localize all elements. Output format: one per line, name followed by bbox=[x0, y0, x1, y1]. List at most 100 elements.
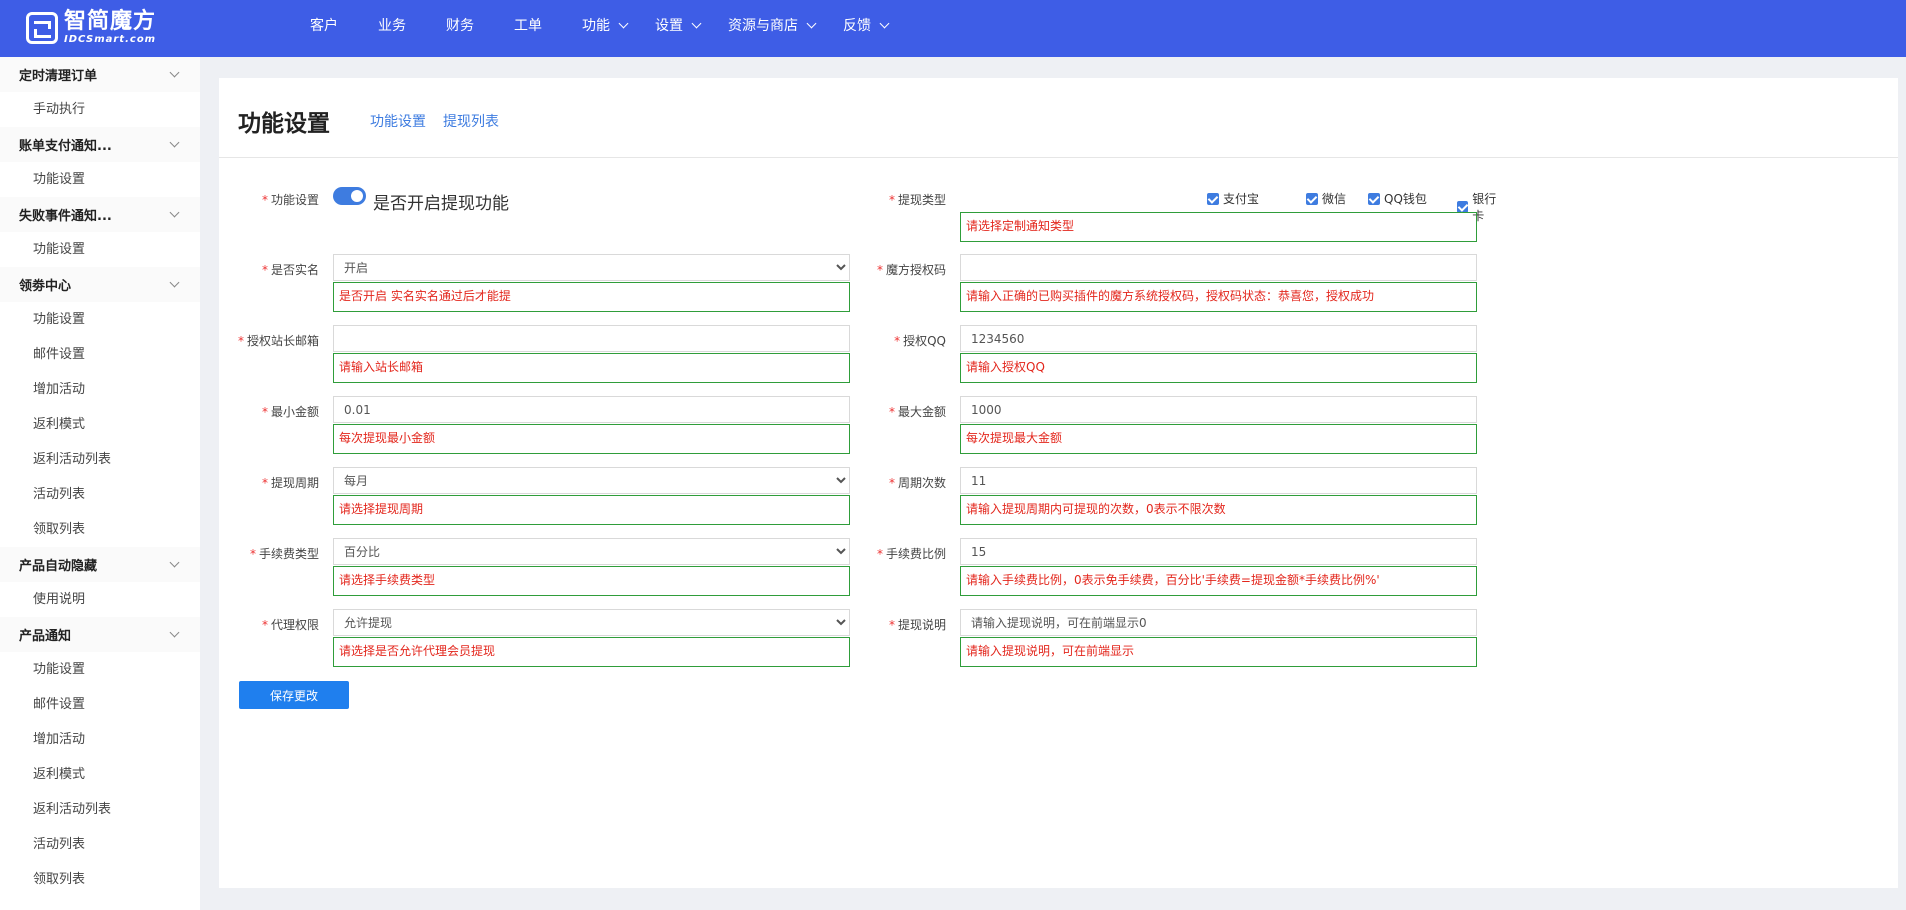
sidebar-item-activity-list[interactable]: 活动列表 bbox=[0, 477, 200, 512]
nav-item-business[interactable]: 业务 bbox=[378, 15, 406, 35]
checkbox-checked-icon bbox=[1368, 192, 1380, 205]
auth-qq-input[interactable] bbox=[960, 325, 1477, 352]
nav-item-resources-store[interactable]: 资源与商店 bbox=[728, 15, 817, 35]
logo-icon bbox=[26, 12, 58, 44]
sidebar-group-product-notify[interactable]: 产品通知 bbox=[0, 617, 200, 652]
tab-withdraw-list[interactable]: 提现列表 bbox=[443, 111, 499, 131]
chevron-down-icon bbox=[169, 137, 180, 148]
nav-label: 设置 bbox=[655, 18, 683, 34]
sidebar-group-label: 账单支付通知... bbox=[19, 139, 112, 154]
max-amount-input[interactable] bbox=[960, 396, 1477, 423]
page-header: 功能设置 功能设置 提现列表 bbox=[219, 78, 1898, 158]
field-label: * 最大金额 bbox=[888, 405, 946, 419]
sidebar-item-feature-settings[interactable]: 功能设置 bbox=[0, 162, 200, 197]
auth-code-input[interactable] bbox=[960, 254, 1477, 281]
nav-item-feedback[interactable]: 反馈 bbox=[843, 15, 890, 35]
nav-item-customers[interactable]: 客户 bbox=[310, 15, 338, 35]
field-label: * 魔方授权码 bbox=[876, 263, 946, 277]
nav-item-features[interactable]: 功能 bbox=[582, 15, 629, 35]
sidebar-item-feature-settings[interactable]: 功能设置 bbox=[0, 232, 200, 267]
fee-ratio-hint: 请输入手续费比例，0表示免手续费，百分比'手续费=提现金额*手续费比例%' bbox=[960, 566, 1477, 596]
nav-label: 反馈 bbox=[843, 18, 871, 34]
field-label: * 周期次数 bbox=[888, 476, 946, 490]
sidebar-item-feature-settings[interactable]: 功能设置 bbox=[0, 652, 200, 687]
checkbox-alipay[interactable]: 支付宝 bbox=[1207, 190, 1259, 207]
sidebar-group-label: 失败事件通知... bbox=[19, 209, 112, 224]
field-label: * 授权站长邮箱 bbox=[237, 334, 319, 348]
real-name-select[interactable]: 开启 bbox=[333, 254, 850, 281]
sidebar-group-auto-hide[interactable]: 产品自动隐藏 bbox=[0, 547, 200, 582]
period-select[interactable]: 每月 bbox=[333, 467, 850, 494]
admin-email-hint: 请输入站长邮箱 bbox=[333, 353, 850, 383]
sidebar-group-label: 定时清理订单 bbox=[19, 69, 98, 84]
nav-item-finance[interactable]: 财务 bbox=[446, 15, 474, 35]
chevron-down-icon bbox=[691, 18, 702, 28]
sidebar-item-manual-run[interactable]: 手动执行 bbox=[0, 92, 200, 127]
checkbox-wechat[interactable]: 微信 bbox=[1306, 190, 1346, 207]
sidebar-item-rebate-list[interactable]: 返利活动列表 bbox=[0, 792, 200, 827]
agent-permission-select[interactable]: 允许提现 bbox=[333, 609, 850, 636]
sidebar-group-coupon-center[interactable]: 领劵中心 bbox=[0, 267, 200, 302]
sidebar-item-claim-list[interactable]: 领取列表 bbox=[0, 862, 200, 897]
nav-label: 业务 bbox=[378, 18, 406, 34]
nav-label: 资源与商店 bbox=[728, 18, 798, 34]
brand-name-en: IDCSmart.com bbox=[64, 34, 157, 45]
chevron-down-icon bbox=[169, 557, 180, 568]
page-title: 功能设置 bbox=[238, 111, 330, 137]
sidebar-item-claim-list[interactable]: 领取列表 bbox=[0, 512, 200, 547]
tab-feature-settings[interactable]: 功能设置 bbox=[370, 111, 426, 131]
field-label: * 提现说明 bbox=[888, 618, 946, 632]
brand-logo[interactable]: 智简魔方 IDCSmart.com bbox=[26, 10, 156, 46]
nav-item-tickets[interactable]: 工单 bbox=[514, 15, 542, 35]
sidebar-group-bill-notify[interactable]: 账单支付通知... bbox=[0, 127, 200, 162]
chevron-down-icon bbox=[169, 277, 180, 288]
min-amount-input[interactable] bbox=[333, 396, 850, 423]
save-button[interactable]: 保存更改 bbox=[239, 681, 349, 709]
min-amount-hint: 每次提现最小金额 bbox=[333, 424, 850, 454]
chevron-down-icon bbox=[169, 627, 180, 638]
sidebar-group-order-cleanup[interactable]: 定时清理订单 bbox=[0, 57, 200, 92]
nav-item-settings[interactable]: 设置 bbox=[655, 15, 702, 35]
withdraw-note-hint: 请输入提现说明，可在前端显示 bbox=[960, 637, 1477, 667]
chevron-down-icon bbox=[169, 67, 180, 78]
top-navbar: 智简魔方 IDCSmart.com 客户 业务 财务 工单 功能 设置 资源与商… bbox=[0, 0, 1906, 57]
period-hint: 请选择提现周期 bbox=[333, 495, 850, 525]
fee-ratio-input[interactable] bbox=[960, 538, 1477, 565]
field-label: * 最小金额 bbox=[261, 405, 319, 419]
fee-type-select[interactable]: 百分比 bbox=[333, 538, 850, 565]
sidebar-item-add-activity[interactable]: 增加活动 bbox=[0, 722, 200, 757]
auth-code-hint: 请输入正确的已购买插件的魔方系统授权码，授权码状态：恭喜您，授权成功 bbox=[960, 282, 1477, 312]
auth-qq-hint: 请输入授权QQ bbox=[960, 353, 1477, 383]
nav-label: 客户 bbox=[310, 18, 338, 34]
sidebar-item-activity-list[interactable]: 活动列表 bbox=[0, 827, 200, 862]
agent-permission-hint: 请选择是否允许代理会员提现 bbox=[333, 637, 850, 667]
sidebar-item-usage-guide[interactable]: 使用说明 bbox=[0, 582, 200, 617]
sidebar-item-rebate-list[interactable]: 返利活动列表 bbox=[0, 442, 200, 477]
sidebar-item-mail-settings[interactable]: 邮件设置 bbox=[0, 687, 200, 722]
period-count-hint: 请输入提现周期内可提现的次数，0表示不限次数 bbox=[960, 495, 1477, 525]
withdraw-enable-toggle[interactable] bbox=[333, 187, 366, 205]
sidebar-item-add-activity[interactable]: 增加活动 bbox=[0, 372, 200, 407]
withdraw-note-input[interactable] bbox=[960, 609, 1477, 636]
sidebar-group-fail-notify[interactable]: 失败事件通知... bbox=[0, 197, 200, 232]
checkbox-checked-icon bbox=[1207, 192, 1219, 205]
field-label: * 是否实名 bbox=[261, 263, 319, 277]
checkbox-qq-wallet[interactable]: QQ钱包 bbox=[1368, 190, 1427, 207]
real-name-hint: 是否开启 实名实名通过后才能提 bbox=[333, 282, 850, 312]
sidebar-item-mail-settings[interactable]: 邮件设置 bbox=[0, 337, 200, 372]
field-label: * 功能设置 bbox=[261, 193, 319, 207]
sidebar-item-rebate-mode[interactable]: 返利模式 bbox=[0, 407, 200, 442]
field-label: * 授权QQ bbox=[894, 334, 946, 348]
sidebar-group-label: 领劵中心 bbox=[19, 279, 72, 294]
checkbox-checked-icon bbox=[1306, 192, 1318, 205]
sidebar-group-label: 产品自动隐藏 bbox=[19, 559, 98, 574]
period-count-input[interactable] bbox=[960, 467, 1477, 494]
main-nav: 客户 业务 财务 工单 功能 设置 资源与商店 反馈 bbox=[310, 0, 916, 50]
chevron-down-icon bbox=[879, 18, 890, 28]
sidebar-item-feature-settings[interactable]: 功能设置 bbox=[0, 302, 200, 337]
sidebar-item-rebate-mode[interactable]: 返利模式 bbox=[0, 757, 200, 792]
admin-email-input[interactable] bbox=[333, 325, 850, 352]
nav-label: 功能 bbox=[582, 18, 610, 34]
form-row-feature: * 功能设置 是否开启提现功能 bbox=[219, 187, 859, 243]
max-amount-hint: 每次提现最大金额 bbox=[960, 424, 1477, 454]
